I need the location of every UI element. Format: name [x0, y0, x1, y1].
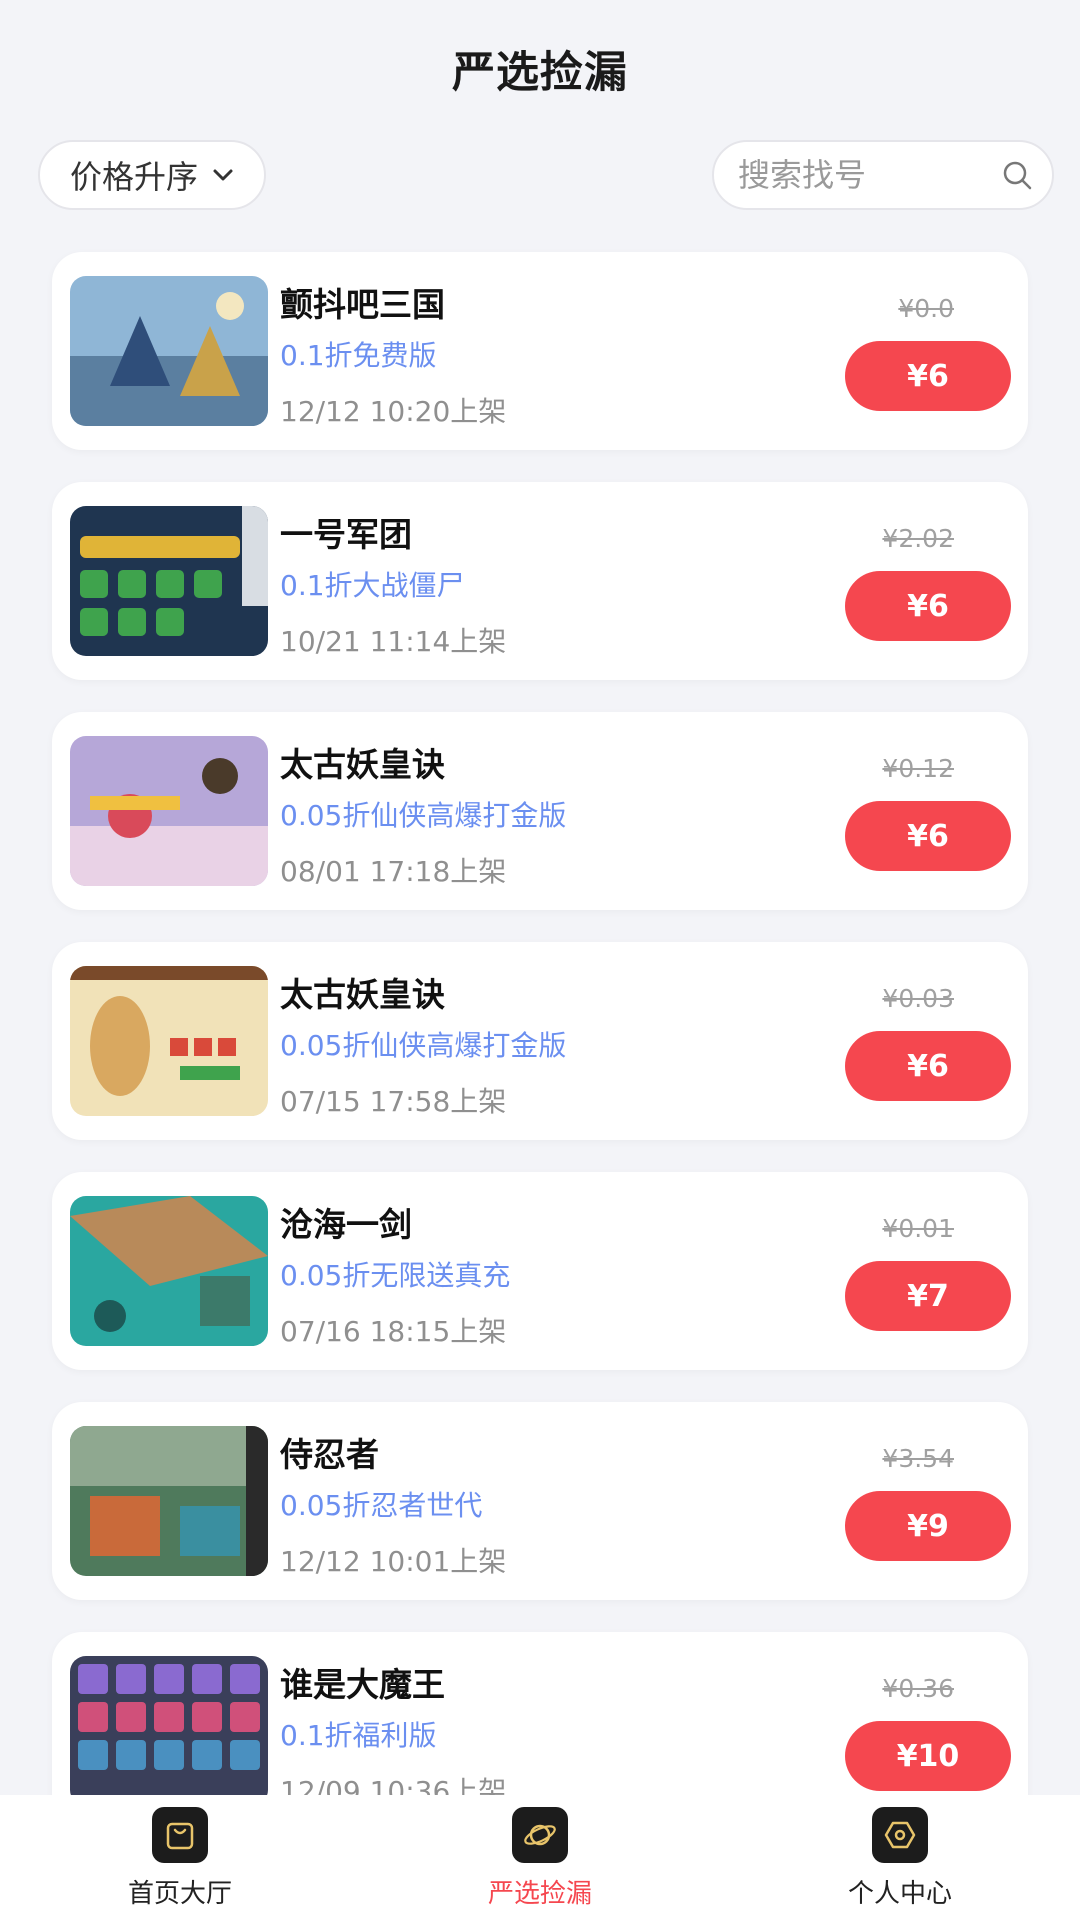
list-item[interactable]: 颤抖吧三国 0.1折免费版 12/12 10:20上架 ¥0.0 ¥6	[52, 252, 1028, 450]
listing-time: 07/16 18:15上架	[280, 1315, 507, 1348]
original-price: ¥0.36	[882, 1674, 954, 1703]
listing-time: 12/12 10:01上架	[280, 1545, 507, 1578]
game-name: 谁是大魔王	[280, 1665, 445, 1704]
search-icon[interactable]	[1000, 158, 1034, 192]
original-price: ¥0.03	[882, 984, 954, 1013]
page-title: 严选捡漏	[452, 48, 628, 98]
game-subtitle: 0.1折大战僵尸	[280, 569, 465, 602]
game-thumbnail	[70, 1196, 268, 1346]
original-price: ¥0.12	[882, 754, 954, 783]
hexagon-icon	[872, 1807, 928, 1863]
game-subtitle: 0.05折仙侠高爆打金版	[280, 1029, 567, 1062]
game-thumbnail	[70, 736, 268, 886]
list-item[interactable]: 一号军团 0.1折大战僵尸 10/21 11:14上架 ¥2.02 ¥6	[52, 482, 1028, 680]
tab-label: 个人中心	[847, 1879, 952, 1909]
original-price: ¥0.0	[898, 294, 954, 323]
game-name: 沧海一剑	[280, 1205, 412, 1244]
game-thumbnail	[70, 506, 268, 656]
tab-selected-deals[interactable]: 严选捡漏	[360, 1795, 720, 1920]
game-subtitle: 0.1折福利版	[280, 1719, 437, 1752]
game-thumbnail	[70, 1426, 268, 1576]
game-thumbnail	[70, 966, 268, 1116]
price-button[interactable]: ¥6	[845, 1031, 1011, 1101]
price-button[interactable]: ¥9	[845, 1491, 1011, 1561]
price-button[interactable]: ¥10	[845, 1721, 1011, 1791]
original-price: ¥0.01	[882, 1214, 954, 1243]
game-subtitle: 0.05折无限送真充	[280, 1259, 511, 1292]
game-subtitle: 0.05折忍者世代	[280, 1489, 483, 1522]
bottom-tab-bar: 首页大厅 严选捡漏 个人中心	[0, 1795, 1080, 1920]
list-item[interactable]: 太古妖皇诀 0.05折仙侠高爆打金版 08/01 17:18上架 ¥0.12 ¥…	[52, 712, 1028, 910]
list-item[interactable]: 侍忍者 0.05折忍者世代 12/12 10:01上架 ¥3.54 ¥9	[52, 1402, 1028, 1600]
game-name: 太古妖皇诀	[280, 975, 445, 1014]
game-subtitle: 0.1折免费版	[280, 339, 437, 372]
price-button[interactable]: ¥6	[845, 341, 1011, 411]
price-button[interactable]: ¥7	[845, 1261, 1011, 1331]
game-name: 侍忍者	[280, 1435, 379, 1474]
game-name: 颤抖吧三国	[280, 285, 445, 324]
price-button[interactable]: ¥6	[845, 801, 1011, 871]
game-name: 太古妖皇诀	[280, 745, 445, 784]
search-box[interactable]	[712, 140, 1054, 210]
game-list: 颤抖吧三国 0.1折免费版 12/12 10:20上架 ¥0.0 ¥6 一号军团…	[52, 252, 1028, 1862]
bag-icon	[152, 1807, 208, 1863]
tab-profile[interactable]: 个人中心	[720, 1795, 1080, 1920]
original-price: ¥2.02	[882, 524, 954, 553]
listing-time: 08/01 17:18上架	[280, 855, 507, 888]
tab-label: 首页大厅	[127, 1879, 232, 1909]
game-name: 一号军团	[280, 515, 412, 554]
sort-label: 价格升序	[69, 158, 198, 196]
search-input[interactable]	[736, 155, 1000, 195]
game-thumbnail	[70, 276, 268, 426]
listing-time: 07/15 17:58上架	[280, 1085, 507, 1118]
list-item[interactable]: 太古妖皇诀 0.05折仙侠高爆打金版 07/15 17:58上架 ¥0.03 ¥…	[52, 942, 1028, 1140]
chevron-down-icon	[213, 169, 233, 181]
price-button[interactable]: ¥6	[845, 571, 1011, 641]
list-item[interactable]: 沧海一剑 0.05折无限送真充 07/16 18:15上架 ¥0.01 ¥7	[52, 1172, 1028, 1370]
tab-home[interactable]: 首页大厅	[0, 1795, 360, 1920]
original-price: ¥3.54	[882, 1444, 954, 1473]
listing-time: 12/12 10:20上架	[280, 395, 507, 428]
game-thumbnail	[70, 1656, 268, 1806]
listing-time: 10/21 11:14上架	[280, 625, 507, 658]
game-subtitle: 0.05折仙侠高爆打金版	[280, 799, 567, 832]
planet-icon	[512, 1807, 568, 1863]
sort-dropdown[interactable]: 价格升序	[38, 140, 266, 210]
tab-label: 严选捡漏	[487, 1879, 592, 1909]
